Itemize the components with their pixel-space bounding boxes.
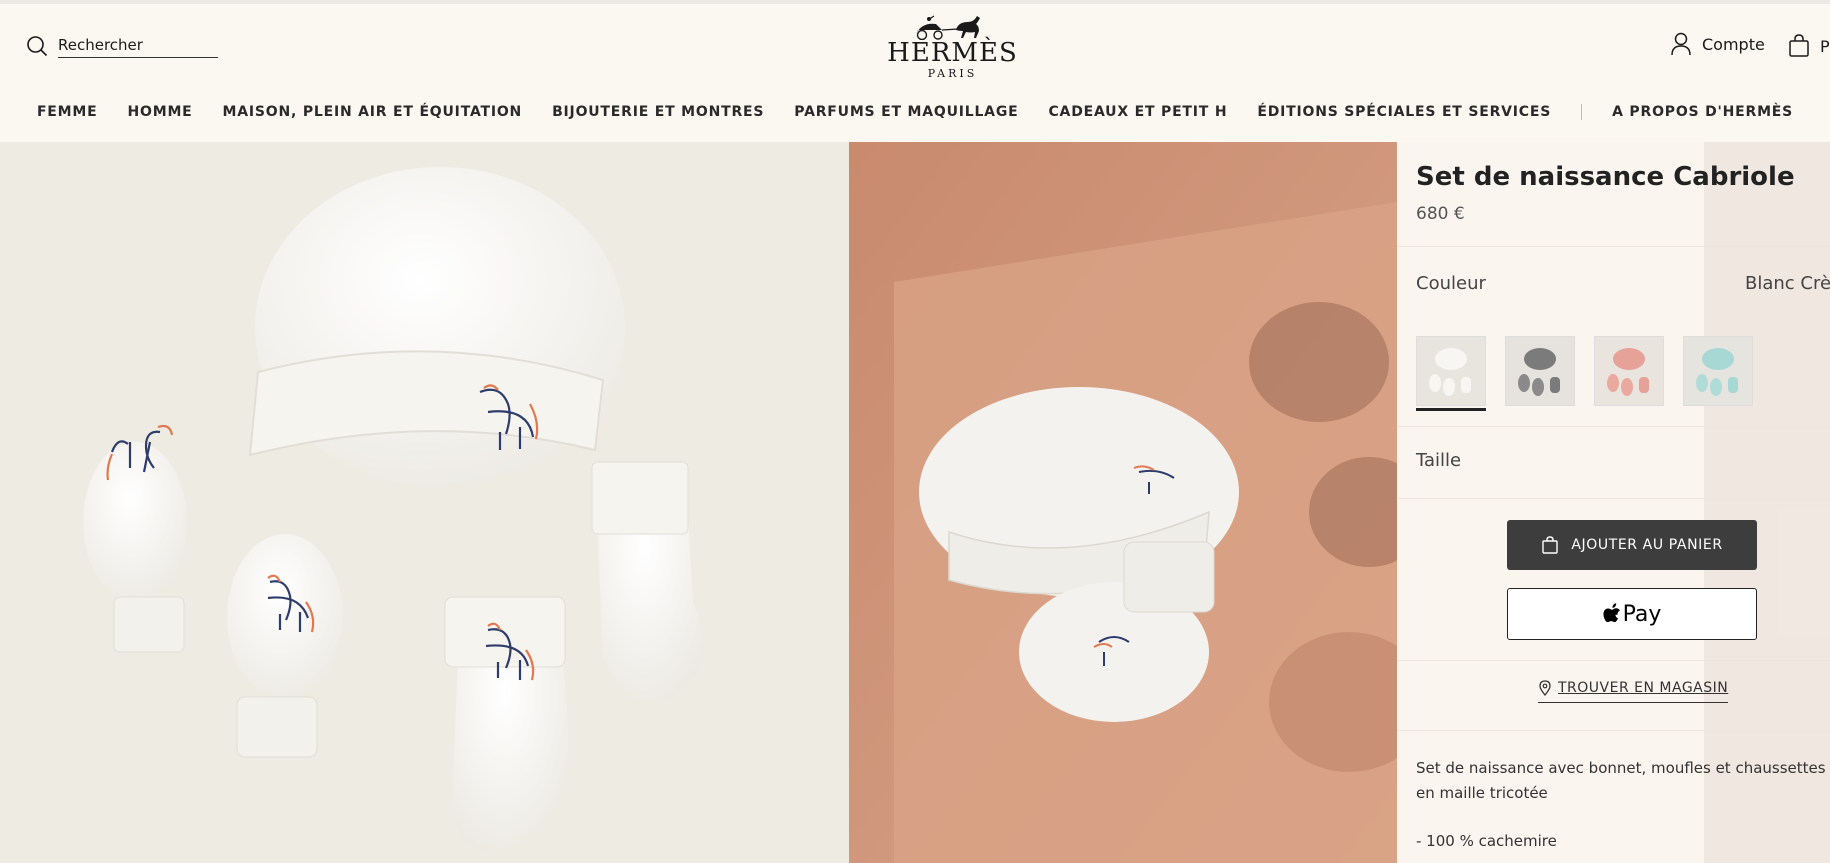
nav-item-about[interactable]: A PROPOS D'HERMÈS <box>1612 104 1793 120</box>
hermes-logo[interactable]: HERMÈS PARIS <box>880 12 1025 80</box>
swatch-bleu[interactable] <box>1683 336 1753 406</box>
add-to-cart-button[interactable]: AJOUTER AU PANIER <box>1507 520 1757 570</box>
search-bar[interactable] <box>26 34 218 58</box>
size-label: Taille <box>1416 450 1462 471</box>
bag-icon <box>1542 536 1559 554</box>
staged-illustration <box>849 142 1397 863</box>
product-image-flatlay[interactable] <box>0 142 849 863</box>
nav-item-bijouterie[interactable]: BIJOUTERIE ET MONTRES <box>552 104 764 120</box>
product-price: 680 € <box>1416 204 1465 224</box>
divider <box>1397 660 1830 661</box>
nav-item-maison[interactable]: MAISON, PLEIN AIR ET ÉQUITATION <box>223 104 523 120</box>
logo-name: HERMÈS <box>887 38 1018 68</box>
search-icon[interactable] <box>26 35 48 57</box>
divider <box>1397 426 1830 427</box>
product-spec: - 100 % cachemire <box>1416 832 1557 850</box>
product-image-staged[interactable] <box>849 142 1397 863</box>
divider <box>1397 498 1830 499</box>
nav-item-femme[interactable]: FEMME <box>37 104 98 120</box>
swatch-thumbnail-icon <box>1595 337 1663 405</box>
nav-item-editions[interactable]: ÉDITIONS SPÉCIALES ET SERVICES <box>1257 104 1551 120</box>
swatch-gris[interactable] <box>1505 336 1575 406</box>
search-input[interactable] <box>58 34 218 58</box>
cart-label: P <box>1820 36 1830 56</box>
nav-separator <box>1581 104 1583 120</box>
hermes-carriage-logo <box>915 15 980 40</box>
swatch-thumbnail-icon <box>1506 337 1574 405</box>
cart-link[interactable]: P <box>1788 34 1830 58</box>
add-to-cart-label: AJOUTER AU PANIER <box>1571 537 1723 553</box>
nav-item-cadeaux[interactable]: CADEAUX ET PETIT H <box>1048 104 1227 120</box>
product-title: Set de naissance Cabriole <box>1416 162 1795 192</box>
product-panel: Set de naissance Cabriole 680 € Couleur … <box>1397 142 1830 863</box>
color-value: Blanc Crème <box>1745 273 1830 294</box>
site-header: HERMÈS PARIS Compte P FEMME HOMME MAISON… <box>0 4 1830 142</box>
panel-shade <box>1704 142 1830 863</box>
account-label: Compte <box>1702 34 1765 54</box>
apple-pay-button[interactable]: Pay <box>1507 588 1757 640</box>
nav-item-parfums[interactable]: PARFUMS ET MAQUILLAGE <box>794 104 1018 120</box>
product-description: Set de naissance avec bonnet, moufles et… <box>1416 759 1826 802</box>
find-in-store-link[interactable]: TROUVER EN MAGASIN <box>1538 680 1729 703</box>
location-pin-icon <box>1539 680 1551 696</box>
main-nav: FEMME HOMME MAISON, PLEIN AIR ET ÉQUITAT… <box>0 104 1830 120</box>
logo-city: PARIS <box>927 67 978 80</box>
account-icon <box>1671 32 1691 56</box>
bag-icon <box>1789 34 1809 57</box>
swatch-thumbnail-icon <box>1684 337 1752 405</box>
selected-swatch-indicator <box>1416 408 1486 411</box>
account-link[interactable]: Compte <box>1670 32 1765 56</box>
apple-logo-icon <box>1602 603 1620 623</box>
swatch-blanc-creme[interactable] <box>1416 336 1486 406</box>
flatlay-illustration <box>83 167 705 851</box>
swatch-thumbnail-icon <box>1417 337 1485 405</box>
color-label: Couleur <box>1416 273 1486 294</box>
swatch-rose[interactable] <box>1594 336 1664 406</box>
divider <box>1397 730 1830 731</box>
find-in-store-label: TROUVER EN MAGASIN <box>1558 680 1729 696</box>
nav-item-homme[interactable]: HOMME <box>128 104 193 120</box>
divider <box>1397 246 1830 247</box>
apple-pay-label: Pay <box>1622 601 1662 627</box>
